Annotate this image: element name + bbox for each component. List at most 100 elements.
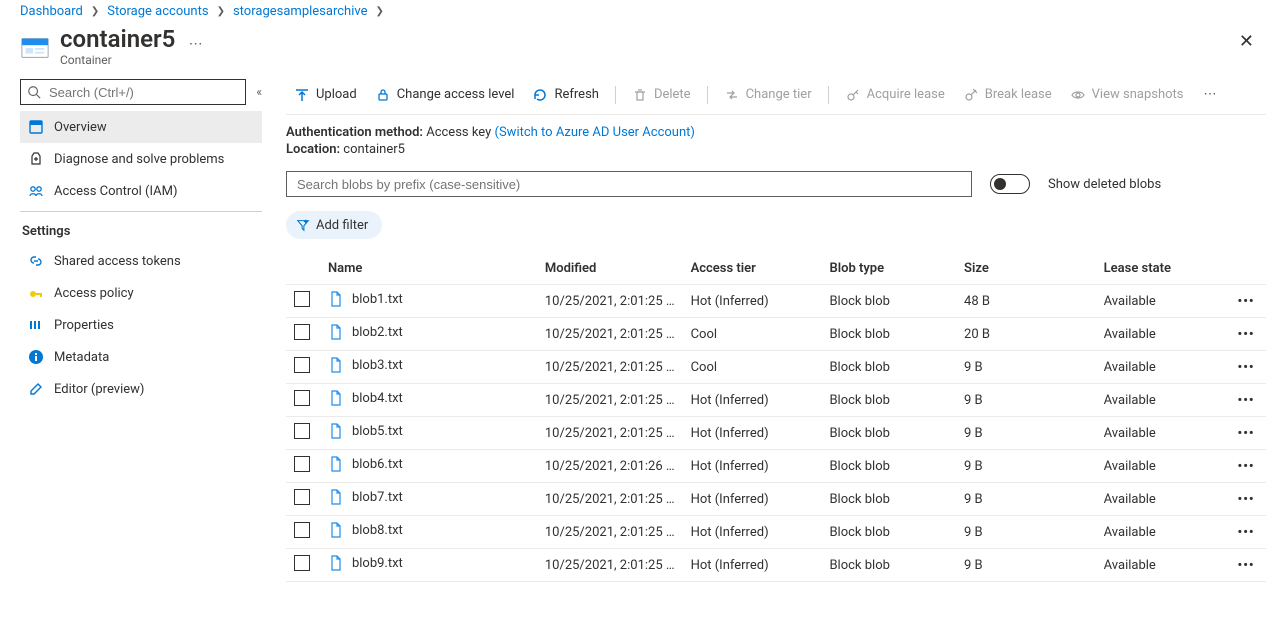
add-filter-button[interactable]: Add filter [286,211,382,239]
toolbar-separator [615,86,616,104]
sidebar-item[interactable]: Editor (preview) [20,373,262,405]
row-more-icon[interactable]: ••• [1226,285,1266,318]
toolbar-separator [828,86,829,104]
blob-name[interactable]: blob4.txt [352,391,403,406]
table-row[interactable]: blob9.txt10/25/2021, 2:01:25 …Hot (Infer… [286,549,1266,582]
table-row[interactable]: blob5.txt10/25/2021, 2:01:25 …Hot (Infer… [286,417,1266,450]
table-row[interactable]: blob6.txt10/25/2021, 2:01:26 …Hot (Infer… [286,450,1266,483]
divider [20,211,262,212]
blob-lease: Available [1096,285,1226,318]
row-more-icon[interactable]: ••• [1226,318,1266,351]
row-checkbox[interactable] [294,522,310,538]
row-more-icon[interactable]: ••• [1226,450,1266,483]
auth-switch-link[interactable]: (Switch to Azure AD User Account) [495,125,695,140]
refresh-icon [532,87,548,103]
col-access-tier[interactable]: Access tier [683,253,822,285]
row-checkbox[interactable] [294,423,310,439]
file-icon [328,390,344,406]
row-more-icon[interactable]: ••• [1226,483,1266,516]
blob-name[interactable]: blob5.txt [352,424,403,439]
refresh-label: Refresh [554,87,598,102]
col-blob-type[interactable]: Blob type [821,253,956,285]
blob-name[interactable]: blob1.txt [352,292,403,307]
blob-access-tier: Hot (Inferred) [683,417,822,450]
row-more-icon[interactable]: ••• [1226,384,1266,417]
col-name[interactable]: Name [320,253,537,285]
view-snapshots-button[interactable]: View snapshots [1062,79,1192,111]
table-row[interactable]: blob2.txt10/25/2021, 2:01:25 …CoolBlock … [286,318,1266,351]
change-access-level-button[interactable]: Change access level [367,79,523,111]
refresh-button[interactable]: Refresh [524,79,606,111]
row-checkbox[interactable] [294,456,310,472]
upload-button[interactable]: Upload [286,79,365,111]
blob-size: 20 B [956,318,1096,351]
blob-name[interactable]: blob6.txt [352,457,403,472]
blob-type: Block blob [821,516,956,549]
search-icon [27,85,41,99]
blob-name[interactable]: blob2.txt [352,325,403,340]
row-more-icon[interactable]: ••• [1226,417,1266,450]
breadcrumb: Dashboard❯ Storage accounts❯ storagesamp… [0,0,1282,21]
title-more-icon[interactable]: ⋯ [189,36,203,52]
show-deleted-toggle[interactable] [990,174,1030,194]
row-checkbox[interactable] [294,390,310,406]
blob-type: Block blob [821,483,956,516]
row-more-icon[interactable]: ••• [1226,549,1266,582]
breadcrumb-link[interactable]: Dashboard [20,4,83,19]
sidebar-item[interactable]: Access Control (IAM) [20,175,262,207]
link-icon [28,253,44,269]
table-row[interactable]: blob7.txt10/25/2021, 2:01:25 …Hot (Infer… [286,483,1266,516]
sidebar-item[interactable]: Access policy [20,277,262,309]
sidebar-search[interactable] [20,79,246,105]
delete-button[interactable]: Delete [624,79,699,111]
blob-search-input[interactable] [295,176,963,193]
table-row[interactable]: blob1.txt10/25/2021, 2:01:25 …Hot (Infer… [286,285,1266,318]
break-lease-button[interactable]: Break lease [955,79,1060,111]
blob-name[interactable]: blob7.txt [352,490,403,505]
blob-type: Block blob [821,351,956,384]
overview-icon [28,119,44,135]
col-lease-state[interactable]: Lease state [1096,253,1226,285]
col-modified[interactable]: Modified [537,253,683,285]
row-checkbox[interactable] [294,489,310,505]
table-row[interactable]: blob8.txt10/25/2021, 2:01:25 …Hot (Infer… [286,516,1266,549]
sidebar-item[interactable]: Properties [20,309,262,341]
sidebar-item-label: Overview [54,120,107,135]
blob-name[interactable]: blob8.txt [352,523,403,538]
row-more-icon[interactable]: ••• [1226,351,1266,384]
col-size[interactable]: Size [956,253,1096,285]
toolbar-more-icon[interactable]: ⋯ [1198,79,1223,111]
key-icon [28,285,44,301]
blob-access-tier: Hot (Inferred) [683,549,822,582]
breadcrumb-link[interactable]: storagesamplesarchive [233,4,368,19]
row-checkbox[interactable] [294,291,310,307]
blob-name[interactable]: blob9.txt [352,556,403,571]
table-row[interactable]: blob3.txt10/25/2021, 2:01:25 …CoolBlock … [286,351,1266,384]
change-tier-button[interactable]: Change tier [716,79,820,111]
blob-size: 9 B [956,483,1096,516]
blob-size: 9 B [956,351,1096,384]
change-tier-icon [724,87,740,103]
blob-type: Block blob [821,318,956,351]
row-checkbox[interactable] [294,555,310,571]
sidebar: « OverviewDiagnose and solve problemsAcc… [0,79,262,582]
sidebar-item[interactable]: Shared access tokens [20,245,262,277]
break-lease-label: Break lease [985,87,1052,102]
blob-search[interactable] [286,171,972,197]
table-row[interactable]: blob4.txt10/25/2021, 2:01:25 …Hot (Infer… [286,384,1266,417]
row-checkbox[interactable] [294,357,310,373]
row-more-icon[interactable]: ••• [1226,516,1266,549]
acquire-lease-button[interactable]: Acquire lease [837,79,953,111]
sidebar-search-input[interactable] [47,84,239,101]
view-snapshots-label: View snapshots [1092,87,1184,102]
sidebar-item[interactable]: Diagnose and solve problems [20,143,262,175]
close-icon[interactable]: ✕ [1239,31,1254,52]
blob-table: Name Modified Access tier Blob type Size… [286,253,1266,582]
row-checkbox[interactable] [294,324,310,340]
blob-type: Block blob [821,549,956,582]
breadcrumb-link[interactable]: Storage accounts [107,4,208,19]
sidebar-item[interactable]: Metadata [20,341,262,373]
sidebar-item[interactable]: Overview [20,111,262,143]
blob-name[interactable]: blob3.txt [352,358,403,373]
blob-type: Block blob [821,384,956,417]
